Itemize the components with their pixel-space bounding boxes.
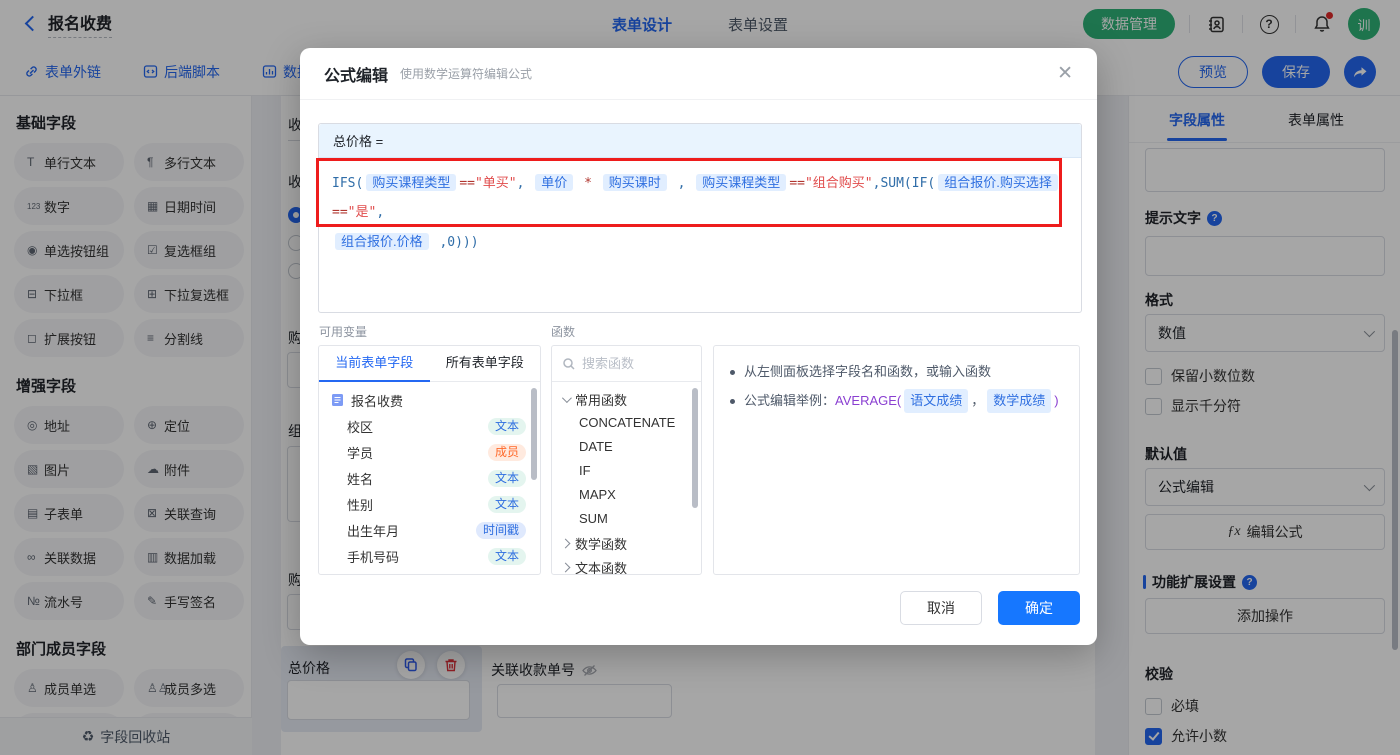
variable-type-badge: 文本 xyxy=(487,495,526,513)
formula-token: == xyxy=(459,176,475,191)
variable-name: 校区 xyxy=(347,419,374,435)
document-icon xyxy=(331,393,351,407)
function-item[interactable]: SUM xyxy=(552,507,701,531)
variable-form-name: 报名收费 xyxy=(351,393,404,409)
functions-label: 函数 xyxy=(551,325,576,339)
example-function: AVERAGE( xyxy=(835,393,902,408)
chevron-right-icon xyxy=(560,562,571,572)
formula-field-token[interactable]: 单价 xyxy=(535,174,574,191)
formula-token: IFS( xyxy=(332,176,364,191)
formula-box: 总价格 = IFS(购买课程类型 =="单买", 单价 * 购买课时 , 购买课程… xyxy=(316,123,1082,313)
formula-token: == xyxy=(789,176,805,191)
variable-type-badge: 成员 xyxy=(487,443,526,461)
formula-token: , xyxy=(669,176,694,191)
function-group-name: 数学函数 xyxy=(575,536,628,552)
modal-subtitle: 使用数学运算符编辑公式 xyxy=(400,67,533,81)
formula-token: ,0))) xyxy=(431,235,479,250)
variable-name: 学员 xyxy=(347,445,374,461)
formula-line: IFS(购买课程类型 =="单买", 单价 * 购买课时 , 购买课程类型 =="组… xyxy=(332,168,1068,227)
function-group[interactable]: 文本函数 xyxy=(552,555,701,575)
formula-editor-modal: 公式编辑 使用数学运算符编辑公式 ✕ 总价格 = IFS(购买课程类型 =="单买… xyxy=(300,48,1097,645)
variable-row[interactable]: 校区 文本 xyxy=(319,413,540,439)
function-search xyxy=(552,346,701,382)
functions-panel: 常用函数 CONCATENATEDATEIFMAPXSUM 数学函数文本函数 xyxy=(551,345,702,575)
formula-token: , xyxy=(376,205,385,220)
function-item[interactable]: DATE xyxy=(552,435,701,459)
variable-name: 姓名 xyxy=(347,471,374,487)
formula-line: 组合报价.价格 ,0))) xyxy=(332,227,1068,257)
variable-type-badge: 文本 xyxy=(487,547,526,565)
formula-token: SUM(IF( xyxy=(880,176,936,191)
formula-target: 总价格 = xyxy=(319,124,1081,158)
chevron-down-icon xyxy=(561,392,572,403)
variables-panel: 当前表单字段 所有表单字段 报名收费 校区 文本 学员 成员 姓名 文本 性别 文本 出生年月 时间… xyxy=(318,345,541,575)
confirm-button[interactable]: 确定 xyxy=(998,591,1080,625)
function-group[interactable]: 数学函数 xyxy=(552,531,701,555)
variables-tabs: 当前表单字段 所有表单字段 xyxy=(319,346,540,382)
formula-token: "单买" xyxy=(474,176,517,191)
variable-row[interactable]: 手机号码 文本 xyxy=(319,543,540,569)
tab-all-form-fields[interactable]: 所有表单字段 xyxy=(430,346,541,382)
hint-line-1: 从左侧面板选择字段名和函数，或输入函数 xyxy=(728,361,1065,383)
variable-name: 手机号码 xyxy=(347,549,400,565)
function-item[interactable]: IF xyxy=(552,459,701,483)
formula-token: * xyxy=(576,176,600,191)
formula-token: "组合购买" xyxy=(804,176,873,191)
formula-editor[interactable]: IFS(购买课程类型 =="单买", 单价 * 购买课时 , 购买课程类型 =="组… xyxy=(319,158,1081,267)
variable-row[interactable]: 性别 文本 xyxy=(319,491,540,517)
variable-row[interactable]: 学员 成员 xyxy=(319,439,540,465)
variable-row[interactable]: 出生年月 时间戳 xyxy=(319,517,540,543)
formula-token: , xyxy=(516,176,533,191)
formula-token: "是" xyxy=(347,205,377,220)
example-close: ) xyxy=(1054,393,1059,408)
tab-current-form-fields[interactable]: 当前表单字段 xyxy=(319,346,430,382)
formula-field-token[interactable]: 购买课程类型 xyxy=(696,174,787,191)
variable-row[interactable]: 姓名 文本 xyxy=(319,465,540,491)
functions-scrollbar[interactable] xyxy=(692,388,698,508)
formula-field-token[interactable]: 组合报价.购买选择 xyxy=(938,174,1058,191)
example-field: 语文成绩 xyxy=(904,389,969,413)
variable-name: 出生年月 xyxy=(347,523,400,539)
function-group[interactable]: 常用函数 xyxy=(552,387,701,411)
formula-field-token[interactable]: 组合报价.价格 xyxy=(335,233,429,250)
example-field: 数学成绩 xyxy=(987,389,1052,413)
variable-type-badge: 文本 xyxy=(487,417,526,435)
function-group-name: 文本函数 xyxy=(575,560,628,575)
function-group-name: 常用函数 xyxy=(575,392,628,408)
formula-field-token[interactable]: 购买课时 xyxy=(602,174,667,191)
modal-title: 公式编辑 xyxy=(324,67,389,85)
close-icon[interactable]: ✕ xyxy=(1057,64,1073,83)
hints-panel: 从左侧面板选择字段名和函数，或输入函数 公式编辑举例： AVERAGE( 语文成… xyxy=(713,345,1080,575)
modal-header: 公式编辑 使用数学运算符编辑公式 ✕ xyxy=(300,48,1097,100)
chevron-right-icon xyxy=(560,538,571,548)
variable-form-row[interactable]: 报名收费 xyxy=(319,387,540,413)
function-item[interactable]: CONCATENATE xyxy=(552,411,701,435)
variable-name: 性别 xyxy=(347,497,374,513)
search-icon xyxy=(562,357,576,371)
function-item[interactable]: MAPX xyxy=(552,483,701,507)
variables-scrollbar[interactable] xyxy=(531,388,537,480)
variables-label: 可用变量 xyxy=(319,325,368,339)
formula-field-token[interactable]: 购买课程类型 xyxy=(366,174,457,191)
function-search-input[interactable] xyxy=(582,356,682,371)
formula-token: == xyxy=(332,205,348,220)
cancel-button[interactable]: 取消 xyxy=(900,591,982,625)
variable-type-badge: 时间戳 xyxy=(475,521,526,539)
hint-line-2: 公式编辑举例： AVERAGE( 语文成绩 ， 数学成绩 ) xyxy=(728,389,1065,413)
variable-type-badge: 文本 xyxy=(487,469,526,487)
